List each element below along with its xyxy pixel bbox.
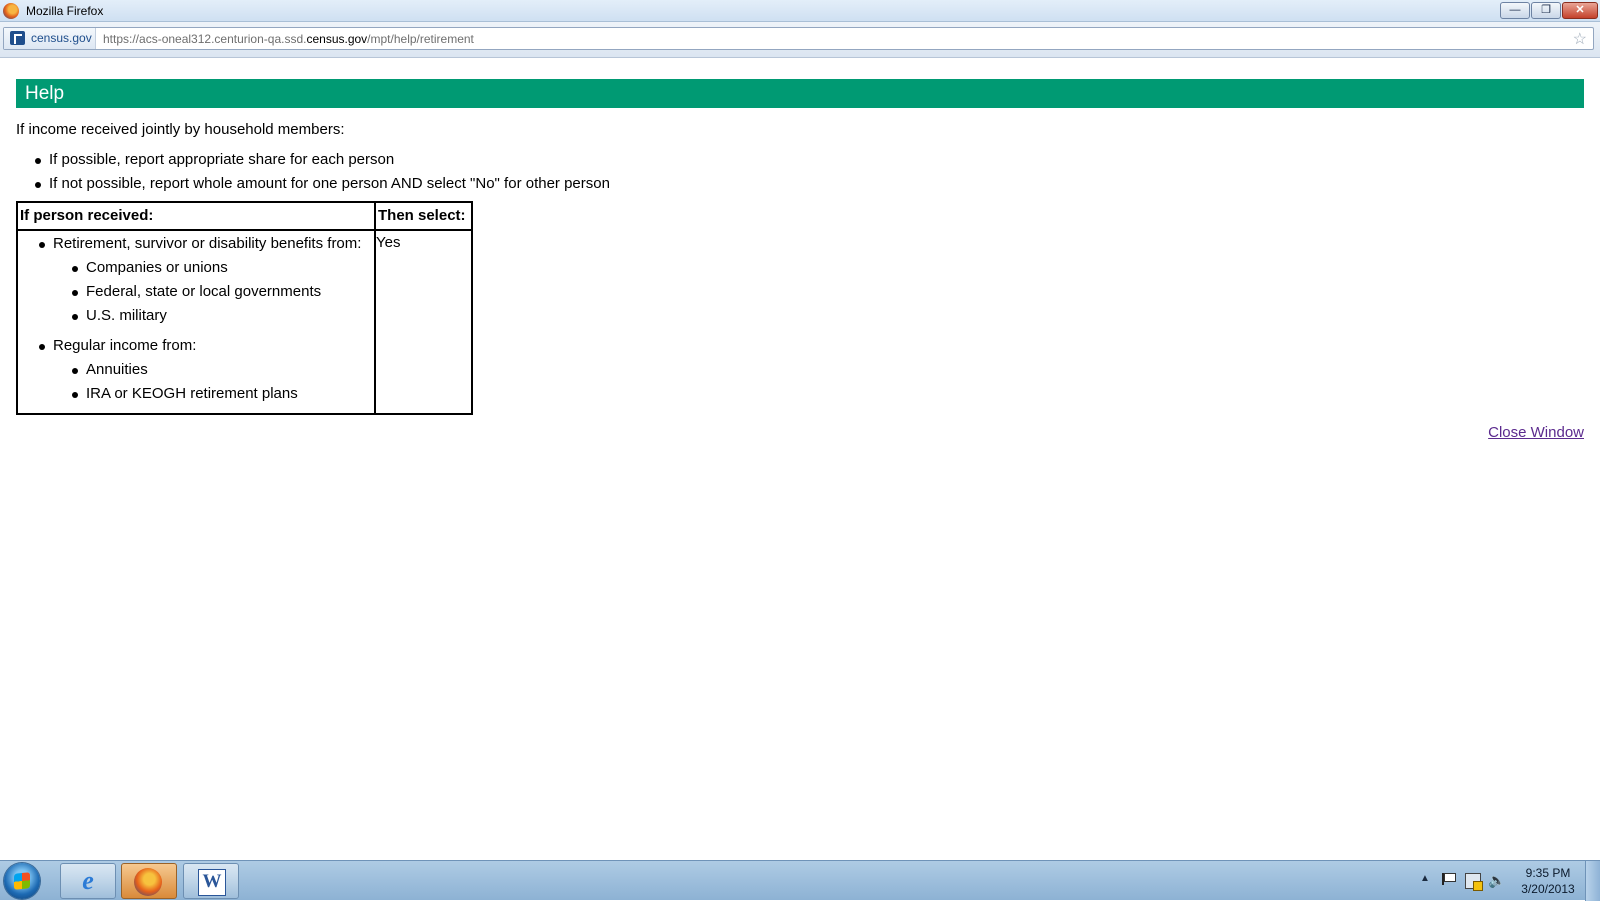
firefox-icon bbox=[134, 868, 162, 896]
clock-time: 9:35 PM bbox=[1525, 866, 1571, 880]
table-header-select: Then select: bbox=[378, 207, 466, 224]
table-cell-select-value: Yes bbox=[376, 234, 401, 251]
table-sub-list: Companies or unions Federal, state or lo… bbox=[72, 258, 321, 330]
clock-date: 3/20/2013 bbox=[1521, 882, 1575, 896]
close-button[interactable]: ✕ bbox=[1562, 2, 1598, 19]
intro-text: If income received jointly by household … bbox=[16, 121, 345, 138]
taskbar-internet-explorer[interactable]: e bbox=[60, 863, 116, 899]
site-identity-label: census.gov bbox=[31, 31, 92, 45]
restore-button[interactable]: ❐ bbox=[1531, 2, 1561, 19]
list-item: IRA or KEOGH retirement plans bbox=[72, 384, 298, 408]
action-center-flag-icon[interactable] bbox=[1442, 873, 1456, 885]
close-window-link[interactable]: Close Window bbox=[1488, 424, 1584, 441]
window-titlebar: Mozilla Firefox — ❐ ✕ bbox=[0, 0, 1600, 22]
windows-logo-icon bbox=[14, 872, 30, 890]
table-divider bbox=[18, 229, 471, 231]
network-icon[interactable] bbox=[1465, 873, 1483, 891]
list-item: If possible, report appropriate share fo… bbox=[35, 150, 610, 174]
list-item: Companies or unions bbox=[72, 258, 321, 282]
show-desktop-button[interactable] bbox=[1585, 861, 1600, 901]
url-text[interactable]: https://acs-oneal312.centurion-qa.ssd.ce… bbox=[103, 32, 474, 46]
system-tray: ▲ 🔈 9:35 PM 3/20/2013 bbox=[1408, 861, 1600, 901]
word-icon: W bbox=[198, 869, 226, 896]
table-sub-list: Annuities IRA or KEOGH retirement plans bbox=[72, 360, 298, 408]
show-hidden-icons-icon[interactable]: ▲ bbox=[1420, 873, 1430, 884]
help-header: Help bbox=[16, 79, 1584, 108]
table-group-list: Regular income from: bbox=[39, 336, 196, 360]
url-path: /mpt/help/retirement bbox=[367, 32, 474, 46]
site-favicon-icon bbox=[10, 31, 25, 45]
firefox-icon bbox=[3, 3, 19, 19]
table-header-received: If person received: bbox=[20, 207, 154, 224]
intro-list: If possible, report appropriate share fo… bbox=[35, 150, 610, 198]
list-item: Annuities bbox=[72, 360, 298, 384]
internet-explorer-icon: e bbox=[82, 866, 94, 895]
bookmark-star-icon[interactable]: ☆ bbox=[1573, 29, 1587, 49]
list-item: U.S. military bbox=[72, 306, 321, 330]
address-bar[interactable]: census.gov https://acs-oneal312.centurio… bbox=[3, 27, 1594, 50]
url-domain: census.gov bbox=[306, 32, 368, 46]
minimize-button[interactable]: — bbox=[1500, 2, 1530, 19]
income-table: If person received: Then select: Yes Ret… bbox=[16, 201, 473, 415]
navigation-bar: census.gov https://acs-oneal312.centurio… bbox=[0, 22, 1600, 58]
table-group-label: Regular income from: bbox=[39, 336, 196, 360]
site-identity-button[interactable]: census.gov bbox=[4, 28, 96, 49]
table-group-list: Retirement, survivor or disability benef… bbox=[39, 234, 361, 258]
table-group-label: Retirement, survivor or disability benef… bbox=[39, 234, 361, 258]
list-item: Federal, state or local governments bbox=[72, 282, 321, 306]
volume-icon[interactable]: 🔈 bbox=[1488, 872, 1505, 889]
start-button[interactable] bbox=[4, 863, 40, 899]
page-content: Help If income received jointly by house… bbox=[0, 58, 1600, 858]
taskbar-firefox[interactable] bbox=[121, 863, 177, 899]
taskbar: e W ▲ 🔈 9:35 PM 3/20/2013 bbox=[0, 860, 1600, 901]
clock[interactable]: 9:35 PM 3/20/2013 bbox=[1516, 865, 1580, 897]
window-title: Mozilla Firefox bbox=[26, 4, 104, 18]
list-item: If not possible, report whole amount for… bbox=[35, 174, 610, 198]
url-prefix: https://acs-oneal312.centurion-qa.ssd. bbox=[103, 32, 307, 46]
taskbar-word[interactable]: W bbox=[183, 863, 239, 899]
